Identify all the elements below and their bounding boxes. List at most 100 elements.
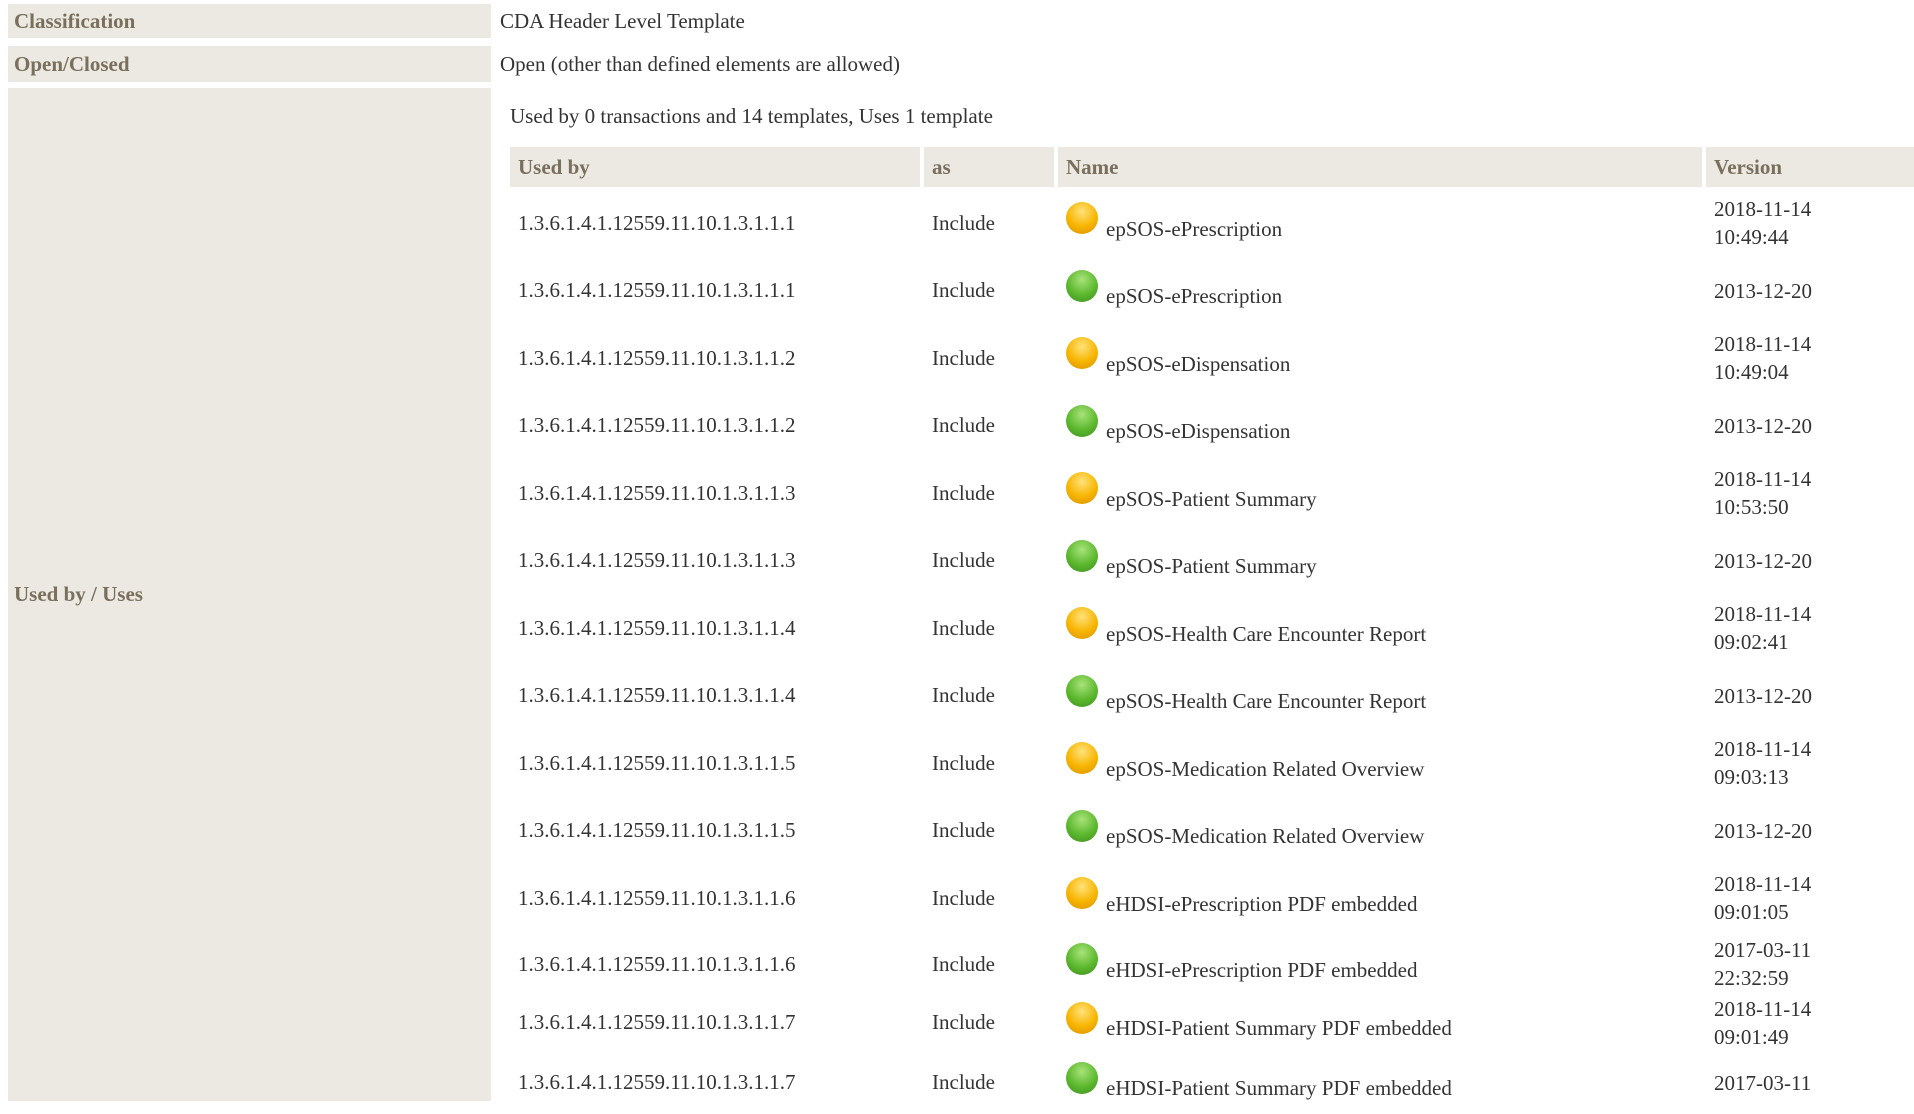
status-active-icon bbox=[1066, 269, 1098, 302]
template-name-link[interactable]: eHDSI-ePrescription PDF embedded bbox=[1106, 958, 1417, 983]
template-name-link[interactable]: eHDSI-Patient Summary PDF embedded bbox=[1106, 1076, 1452, 1101]
relation-type: Include bbox=[932, 413, 995, 437]
version-date: 2013-12-20 bbox=[1714, 683, 1812, 708]
version-cell: 2018-11-14 09:01:49 bbox=[1706, 994, 1914, 1051]
template-id-link[interactable]: 1.3.6.1.4.1.12559.11.10.1.3.1.1.6 bbox=[510, 934, 920, 994]
template-name-cell: epSOS-Health Care Encounter Report bbox=[1058, 592, 1702, 664]
version-time: 10:49:04 bbox=[1714, 360, 1789, 384]
header-as: as bbox=[924, 147, 1054, 187]
table-row: 1.3.6.1.4.1.12559.11.10.1.3.1.1.7 Include… bbox=[510, 994, 1914, 1051]
template-id-link[interactable]: 1.3.6.1.4.1.12559.11.10.1.3.1.1.7 bbox=[510, 994, 920, 1051]
table-row: 1.3.6.1.4.1.12559.11.10.1.3.1.1.2 Include… bbox=[510, 322, 1914, 394]
version-date: 2013-12-20 bbox=[1714, 278, 1812, 303]
status-active-icon bbox=[1066, 809, 1098, 842]
template-name-link[interactable]: epSOS-eDispensation bbox=[1106, 419, 1290, 444]
usage-summary: Used by 0 transactions and 14 templates,… bbox=[510, 104, 993, 128]
relation-type: Include bbox=[932, 750, 995, 775]
version-date: 2018-11-14 bbox=[1714, 467, 1812, 491]
template-name-link[interactable]: eHDSI-Patient Summary PDF embedded bbox=[1106, 1016, 1452, 1041]
table-row: 1.3.6.1.4.1.12559.11.10.1.3.1.1.4 Include… bbox=[510, 664, 1914, 727]
template-name-link[interactable]: epSOS-Health Care Encounter Report bbox=[1106, 622, 1426, 647]
header-version: Version bbox=[1706, 147, 1914, 187]
relation-type: Include bbox=[932, 480, 995, 505]
template-id-link[interactable]: 1.3.6.1.4.1.12559.11.10.1.3.1.1.3 bbox=[510, 457, 920, 529]
status-draft-icon bbox=[1066, 877, 1098, 909]
status-active-icon bbox=[1066, 674, 1098, 707]
template-name-cell: eHDSI-ePrescription PDF embedded bbox=[1058, 862, 1702, 934]
version-cell: 2018-11-14 10:49:04 bbox=[1706, 322, 1914, 394]
version-time: 09:01:49 bbox=[1714, 1024, 1789, 1049]
template-id-link[interactable]: 1.3.6.1.4.1.12559.11.10.1.3.1.1.4 bbox=[510, 592, 920, 664]
table-row: 1.3.6.1.4.1.12559.11.10.1.3.1.1.1 Include… bbox=[510, 259, 1914, 322]
version-date: 2017-03-11 bbox=[1714, 1070, 1812, 1095]
version-time: 10:53:50 bbox=[1714, 495, 1789, 519]
template-id-link[interactable]: 1.3.6.1.4.1.12559.11.10.1.3.1.1.5 bbox=[510, 799, 920, 862]
table-row: 1.3.6.1.4.1.12559.11.10.1.3.1.1.1 Include… bbox=[510, 187, 1914, 259]
table-row: 1.3.6.1.4.1.12559.11.10.1.3.1.1.6 Include… bbox=[510, 934, 1914, 994]
version-date: 2013-12-20 bbox=[1714, 818, 1812, 843]
version-cell: 2013-12-20 bbox=[1706, 394, 1914, 457]
relation-type: Include bbox=[932, 1070, 995, 1094]
version-date: 2018-11-14 bbox=[1714, 602, 1812, 626]
version-date: 2018-11-14 bbox=[1714, 872, 1812, 896]
template-name-cell: epSOS-ePrescription bbox=[1058, 187, 1702, 259]
table-row: 1.3.6.1.4.1.12559.11.10.1.3.1.1.3 Include… bbox=[510, 529, 1914, 592]
template-name-cell: epSOS-eDispensation bbox=[1058, 394, 1702, 457]
version-cell: 2013-12-20 bbox=[1706, 799, 1914, 862]
template-id-link[interactable]: 1.3.6.1.4.1.12559.11.10.1.3.1.1.3 bbox=[510, 529, 920, 592]
relation-type: Include bbox=[932, 210, 995, 235]
template-name-link[interactable]: epSOS-ePrescription bbox=[1106, 284, 1282, 309]
template-name-link[interactable]: epSOS-Medication Related Overview bbox=[1106, 824, 1424, 849]
template-name-link[interactable]: epSOS-Patient Summary bbox=[1106, 487, 1317, 512]
version-time: 22:32:59 bbox=[1714, 966, 1789, 990]
relation-type: Include bbox=[932, 615, 995, 640]
classification-label: Classification bbox=[8, 4, 491, 38]
version-time: 09:03:13 bbox=[1714, 765, 1789, 789]
template-name-cell: epSOS-Medication Related Overview bbox=[1058, 727, 1702, 799]
status-active-icon bbox=[1066, 404, 1098, 437]
relation-type: Include bbox=[932, 1010, 995, 1034]
version-date: 2018-11-14 bbox=[1714, 197, 1812, 221]
version-cell: 2018-11-14 09:02:41 bbox=[1706, 592, 1914, 664]
template-name-link[interactable]: eHDSI-ePrescription PDF embedded bbox=[1106, 892, 1417, 917]
relation-type: Include bbox=[932, 345, 995, 370]
relation-type: Include bbox=[932, 548, 995, 572]
template-id-link[interactable]: 1.3.6.1.4.1.12559.11.10.1.3.1.1.4 bbox=[510, 664, 920, 727]
template-id-link[interactable]: 1.3.6.1.4.1.12559.11.10.1.3.1.1.2 bbox=[510, 322, 920, 394]
version-cell: 2013-12-20 bbox=[1706, 529, 1914, 592]
template-name-cell: epSOS-eDispensation bbox=[1058, 322, 1702, 394]
version-date: 2018-11-14 bbox=[1714, 737, 1812, 761]
template-name-cell: epSOS-Patient Summary bbox=[1058, 457, 1702, 529]
version-cell: 2017-03-11 bbox=[1706, 1051, 1914, 1114]
version-date: 2018-11-14 bbox=[1714, 996, 1812, 1021]
template-name-link[interactable]: epSOS-eDispensation bbox=[1106, 352, 1290, 377]
relation-type: Include bbox=[932, 885, 995, 910]
template-id-link[interactable]: 1.3.6.1.4.1.12559.11.10.1.3.1.1.5 bbox=[510, 727, 920, 799]
table-body: 1.3.6.1.4.1.12559.11.10.1.3.1.1.1 Include… bbox=[510, 187, 1914, 1114]
template-name-cell: epSOS-Health Care Encounter Report bbox=[1058, 664, 1702, 727]
template-name-link[interactable]: epSOS-ePrescription bbox=[1106, 217, 1282, 242]
template-name-link[interactable]: epSOS-Patient Summary bbox=[1106, 554, 1317, 579]
template-id-link[interactable]: 1.3.6.1.4.1.12559.11.10.1.3.1.1.7 bbox=[510, 1051, 920, 1114]
template-id-link[interactable]: 1.3.6.1.4.1.12559.11.10.1.3.1.1.1 bbox=[510, 187, 920, 259]
template-name-link[interactable]: epSOS-Health Care Encounter Report bbox=[1106, 689, 1426, 714]
template-name-link[interactable]: epSOS-Medication Related Overview bbox=[1106, 757, 1424, 782]
used-by-table: Used by as Name Version 1.3.6.1.4.1.1255… bbox=[510, 147, 1914, 1114]
template-id-link[interactable]: 1.3.6.1.4.1.12559.11.10.1.3.1.1.6 bbox=[510, 862, 920, 934]
version-date: 2018-11-14 bbox=[1714, 332, 1812, 356]
table-header: Used by as Name Version bbox=[510, 147, 1914, 187]
status-draft-icon bbox=[1066, 472, 1098, 504]
table-row: 1.3.6.1.4.1.12559.11.10.1.3.1.1.7 Include… bbox=[510, 1051, 1914, 1114]
template-id-link[interactable]: 1.3.6.1.4.1.12559.11.10.1.3.1.1.1 bbox=[510, 259, 920, 322]
template-name-cell: eHDSI-ePrescription PDF embedded bbox=[1058, 934, 1702, 994]
status-active-icon bbox=[1066, 943, 1098, 975]
relation-type: Include bbox=[932, 683, 995, 707]
version-cell: 2017-03-11 22:32:59 bbox=[1706, 934, 1914, 994]
header-name: Name bbox=[1058, 147, 1702, 187]
used-by-uses-label: Used by / Uses bbox=[8, 88, 491, 1101]
template-id-link[interactable]: 1.3.6.1.4.1.12559.11.10.1.3.1.1.2 bbox=[510, 394, 920, 457]
open-closed-label: Open/Closed bbox=[8, 46, 491, 82]
relation-type: Include bbox=[932, 951, 995, 976]
status-draft-icon bbox=[1066, 202, 1098, 234]
template-name-cell: epSOS-Patient Summary bbox=[1058, 529, 1702, 592]
